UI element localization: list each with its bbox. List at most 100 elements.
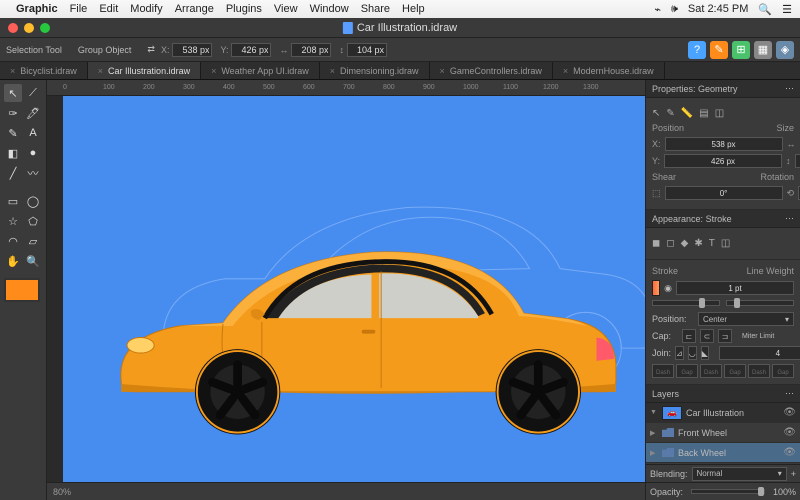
toolbar-w[interactable] <box>291 43 331 57</box>
prop-shear[interactable] <box>665 186 783 200</box>
stroke-position[interactable]: Center▾ <box>698 312 794 326</box>
geom-arrow-icon[interactable]: ↖ <box>652 108 660 119</box>
shadow-icon[interactable]: ◆ <box>681 238 689 249</box>
toolbar-y[interactable] <box>231 43 271 57</box>
menu-app[interactable]: Graphic <box>16 3 58 15</box>
weight-slider[interactable] <box>726 300 794 306</box>
tool-curve[interactable]: 〰 <box>24 164 42 182</box>
canvas-area: 0100200300400500600700800900100011001200… <box>47 80 645 500</box>
toolbar-x[interactable] <box>172 43 212 57</box>
tool-shape[interactable]: ● <box>24 144 42 162</box>
join-round[interactable]: ◡ <box>688 346 697 360</box>
traffic-close[interactable] <box>8 23 18 33</box>
text-app-icon[interactable]: T <box>709 238 715 249</box>
add-layer-icon[interactable]: + <box>791 469 796 479</box>
volume-icon[interactable]: 🕪 <box>671 3 678 16</box>
stroke-toggle[interactable]: ◉ <box>664 283 672 294</box>
tool-pencil[interactable]: ✎ <box>4 124 22 142</box>
cap-round[interactable]: ⊂ <box>700 329 714 343</box>
fx-icon[interactable]: ✱ <box>694 238 702 249</box>
geom-doc-icon[interactable]: ◫ <box>715 108 724 119</box>
status-bar: 80% <box>47 482 645 500</box>
stroke-color[interactable] <box>652 280 660 296</box>
tool-skew[interactable]: ▱ <box>24 232 42 250</box>
ruler-horizontal: 0100200300400500600700800900100011001200… <box>47 80 645 96</box>
layer-opacity-slider[interactable] <box>691 489 765 494</box>
swap-icon[interactable]: ⇄ <box>147 44 155 55</box>
help-button[interactable]: ? <box>688 41 706 59</box>
cap-butt[interactable]: ⊏ <box>682 329 696 343</box>
layer-root[interactable]: ▼🚗Car Illustration👁 <box>646 403 800 423</box>
tab-game[interactable]: ×GameControllers.idraw <box>430 62 553 79</box>
more-app-icon[interactable]: ◫ <box>721 238 730 249</box>
zoom-level[interactable]: 80% <box>53 487 71 497</box>
join-miter[interactable]: ⊿ <box>675 346 684 360</box>
fill-icon[interactable]: ◼ <box>652 238 660 249</box>
tool-direct[interactable]: ⟋ <box>24 84 42 102</box>
stroke-icon[interactable]: ◻ <box>666 238 674 249</box>
tool-pen[interactable]: ✑ <box>4 104 22 122</box>
tab-bicyclist[interactable]: ×Bicyclist.idraw <box>0 62 88 79</box>
menu-plugins[interactable]: Plugins <box>226 3 262 15</box>
window-titlebar: Car Illustration.idraw <box>0 18 800 38</box>
right-panel: Properties: Geometry⋯ ↖ ✎ 📏 ▤ ◫ Position… <box>645 80 800 500</box>
tool-arc[interactable]: ◠ <box>4 232 22 250</box>
menu-modify[interactable]: Modify <box>130 3 162 15</box>
document-tabs: ×Bicyclist.idraw ×Car Illustration.idraw… <box>0 62 800 80</box>
document-icon <box>343 22 353 34</box>
tool-rect[interactable]: ▭ <box>4 192 22 210</box>
ruler-button[interactable]: ▦ <box>754 41 772 59</box>
menu-help[interactable]: Help <box>402 3 425 15</box>
fill-swatch[interactable] <box>4 278 40 302</box>
menu-file[interactable]: File <box>70 3 88 15</box>
tool-star[interactable]: ☆ <box>4 212 22 230</box>
tool-erase[interactable]: ◧ <box>4 144 22 162</box>
window-title: Car Illustration.idraw <box>357 22 457 34</box>
tool-line[interactable]: ╱ <box>4 164 22 182</box>
spotlight-icon[interactable]: 🔍 <box>758 3 772 16</box>
menu-arrange[interactable]: Arrange <box>175 3 214 15</box>
prop-h[interactable] <box>795 154 800 168</box>
layers-button[interactable]: ◈ <box>776 41 794 59</box>
layer-back-wheel[interactable]: ▶Back Wheel👁 <box>646 443 800 463</box>
tool-brush[interactable]: 🖊 <box>24 104 42 122</box>
line-weight[interactable] <box>676 281 794 295</box>
menu-view[interactable]: View <box>274 3 298 15</box>
notif-icon[interactable]: ☰ <box>782 3 792 16</box>
prop-x[interactable] <box>665 137 783 151</box>
brush-button[interactable]: ✎ <box>710 41 728 59</box>
opacity-slider[interactable] <box>652 300 720 306</box>
tool-text[interactable]: A <box>24 124 42 142</box>
toolbar-h[interactable] <box>347 43 387 57</box>
geom-pencil-icon[interactable]: ✎ <box>666 108 674 119</box>
menu-edit[interactable]: Edit <box>99 3 118 15</box>
traffic-min[interactable] <box>24 23 34 33</box>
layer-front-wheel[interactable]: ▶Front Wheel👁 <box>646 423 800 443</box>
traffic-max[interactable] <box>40 23 50 33</box>
canvas[interactable] <box>63 96 645 482</box>
tab-dimensioning[interactable]: ×Dimensioning.idraw <box>320 62 430 79</box>
grid-button[interactable]: ⊞ <box>732 41 750 59</box>
tab-car[interactable]: ×Car Illustration.idraw <box>88 62 201 79</box>
tool-poly[interactable]: ⬠ <box>24 212 42 230</box>
tool-hand[interactable]: ✋ <box>4 252 22 270</box>
clock: Sat 2:45 PM <box>688 3 749 15</box>
blending-mode[interactable]: Normal▾ <box>692 467 787 481</box>
geom-ruler-icon[interactable]: 📏 <box>681 108 693 119</box>
tab-house[interactable]: ×ModernHouse.idraw <box>553 62 665 79</box>
menu-share[interactable]: Share <box>361 3 390 15</box>
eye-icon[interactable]: 👁 <box>783 407 796 418</box>
panel-menu-icon[interactable]: ⋯ <box>785 83 794 94</box>
join-bevel[interactable]: ◣ <box>701 346 709 360</box>
tool-zoom[interactable]: 🔍 <box>24 252 42 270</box>
tool-select[interactable]: ↖ <box>4 84 22 102</box>
selected-object: Group Object <box>78 45 132 55</box>
prop-y[interactable] <box>664 154 782 168</box>
tab-weather[interactable]: ×Weather App UI.idraw <box>201 62 320 79</box>
geom-page-icon[interactable]: ▤ <box>699 108 708 119</box>
menu-window[interactable]: Window <box>310 3 349 15</box>
miter-limit[interactable] <box>719 346 800 360</box>
wifi-icon[interactable]: ⌁ <box>654 3 661 16</box>
cap-sq[interactable]: ⊐ <box>718 329 732 343</box>
tool-ellipse[interactable]: ◯ <box>24 192 42 210</box>
